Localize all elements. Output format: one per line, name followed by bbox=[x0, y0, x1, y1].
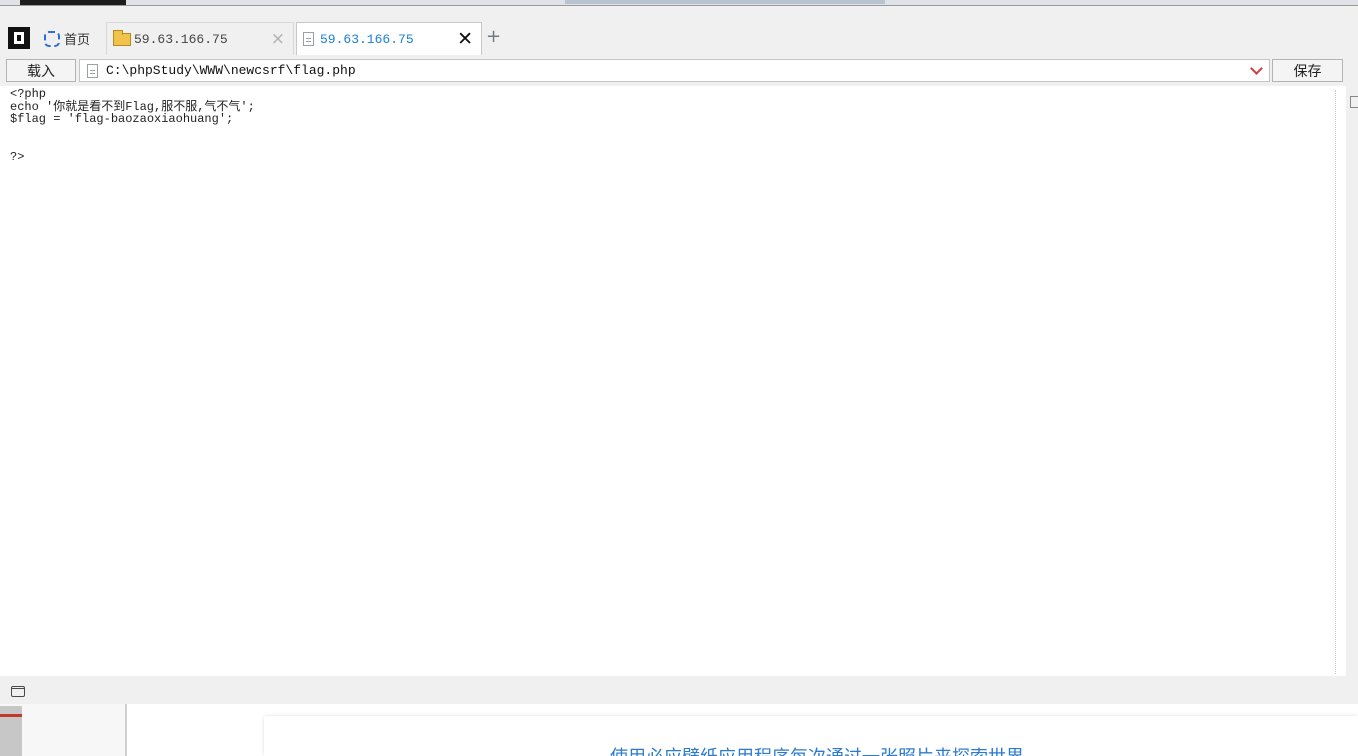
tab-home[interactable]: 首页 bbox=[38, 22, 106, 55]
file-icon bbox=[303, 32, 314, 46]
code-line: ?> bbox=[10, 149, 25, 164]
background-sidebar bbox=[0, 704, 127, 756]
background-title-bar bbox=[565, 0, 885, 4]
tab-folder[interactable]: 59.63.166.75 × bbox=[106, 22, 294, 55]
new-tab-icon[interactable]: + bbox=[486, 26, 501, 47]
background-banner-text: 使用必应壁纸应用程序每次通过一张照片来探索世界 bbox=[610, 743, 1024, 756]
code-editor[interactable]: <?php echo '你就是看不到Flag,服不服,气不气'; $flag =… bbox=[0, 86, 1346, 676]
save-button[interactable]: 保存 bbox=[1272, 59, 1343, 82]
address-row: 载入 C:\phpStudy\WWW\newcsrf\flag.php 保存 bbox=[0, 58, 1358, 84]
load-button[interactable]: 载入 bbox=[6, 59, 76, 82]
path-text[interactable]: C:\phpStudy\WWW\newcsrf\flag.php bbox=[106, 63, 356, 78]
close-icon[interactable]: × bbox=[271, 29, 285, 49]
code-text[interactable]: <?php echo '你就是看不到Flag,服不服,气不气'; $flag =… bbox=[10, 88, 255, 163]
tab-home-label: 首页 bbox=[64, 33, 91, 48]
tab-bar: 首页 59.63.166.75 × 59.63.166.75 ✕ + bbox=[0, 6, 1358, 56]
vertical-scrollbar[interactable] bbox=[1335, 90, 1339, 674]
chevron-down-icon[interactable] bbox=[1250, 62, 1263, 75]
close-icon[interactable]: ✕ bbox=[457, 29, 473, 49]
app-logo-icon[interactable] bbox=[8, 27, 30, 49]
tab-file-active[interactable]: 59.63.166.75 ✕ bbox=[296, 22, 482, 55]
background-thumbnail bbox=[0, 706, 22, 756]
code-line: $flag = 'flag-baozaoxiaohuang'; bbox=[10, 112, 234, 126]
folder-icon bbox=[113, 29, 131, 46]
home-icon bbox=[44, 30, 60, 47]
side-panel-icon[interactable] bbox=[1350, 96, 1358, 108]
status-bar bbox=[0, 676, 1358, 703]
window-icon[interactable] bbox=[11, 686, 25, 697]
file-icon bbox=[87, 63, 98, 78]
tab-file-label: 59.63.166.75 bbox=[320, 31, 414, 47]
file-editor-window: 首页 59.63.166.75 × 59.63.166.75 ✕ + 载入 C:… bbox=[0, 5, 1358, 703]
path-input[interactable]: C:\phpStudy\WWW\newcsrf\flag.php bbox=[79, 59, 1270, 82]
tab-folder-label: 59.63.166.75 bbox=[134, 31, 228, 47]
background-banner: 使用必应壁纸应用程序每次通过一张照片来探索世界 bbox=[264, 716, 1358, 756]
background-page: 使用必应壁纸应用程序每次通过一张照片来探索世界 bbox=[0, 704, 1358, 756]
